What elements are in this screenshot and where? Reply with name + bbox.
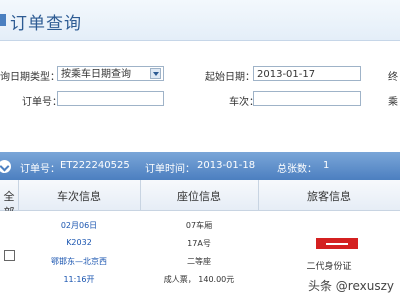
order-no-input[interactable] [57, 91, 164, 106]
collapse-icon[interactable] [0, 160, 11, 173]
title-marker-icon [0, 14, 6, 26]
title-bar: 订单查询 [0, 0, 400, 41]
passenger-label: 乘 [388, 97, 398, 108]
date-type-select[interactable]: 按乘车日期查询 [57, 66, 164, 81]
seat-number: 17A号 [187, 239, 211, 248]
travel-date: 02月06日 [60, 221, 98, 230]
date-type-label: 询日期类型： [0, 72, 60, 83]
route: 鄂邯东—北京西 [51, 257, 107, 266]
date-type-value: 按乘车日期查询 [61, 69, 131, 80]
seat-class: 二等座 [187, 257, 211, 266]
departure-time: 11:16开 [63, 275, 95, 284]
train-number[interactable]: K2032 [18, 238, 140, 247]
id-type: 二代身份证 [306, 262, 352, 272]
train-no-input[interactable] [253, 91, 361, 106]
page-title: 订单查询 [10, 14, 82, 34]
order-time-caption: 订单时间： [145, 164, 195, 175]
car-number: 07车厢 [185, 221, 213, 230]
query-form: 询日期类型： 按乘车日期查询 起始日期： 2013-01-17 终 订单号： 车… [0, 41, 400, 121]
column-header-train-info: 车次信息 [57, 190, 101, 203]
column-header-passenger-info: 旅客信息 [307, 190, 351, 203]
order-no-value: ET222240525 [60, 160, 130, 171]
order-no-caption: 订单号： [20, 164, 60, 175]
order-time-value: 2013-01-18 [197, 160, 256, 171]
fare: 成人票， 140.00元 [163, 275, 235, 284]
total-value: 1 [323, 160, 330, 171]
column-header-seat-info: 座位信息 [177, 190, 221, 203]
order-summary-bar[interactable]: 订单号： ET222240525 订单时间： 2013-01-18 总张数： 1 [0, 152, 400, 180]
total-caption: 总张数： [277, 164, 317, 175]
watermark: 头条 @rexuszy [307, 279, 394, 293]
table-header: 全部 车次信息 座位信息 旅客信息 [0, 180, 400, 219]
start-date-input[interactable]: 2013-01-17 [253, 66, 361, 81]
row-select-checkbox[interactable] [4, 250, 15, 261]
end-date-label: 终 [388, 72, 398, 83]
chevron-down-icon[interactable] [150, 68, 161, 79]
order-no-label: 订单号： [22, 97, 62, 108]
redaction-mark [326, 243, 348, 245]
start-date-label: 起始日期： [205, 72, 255, 83]
